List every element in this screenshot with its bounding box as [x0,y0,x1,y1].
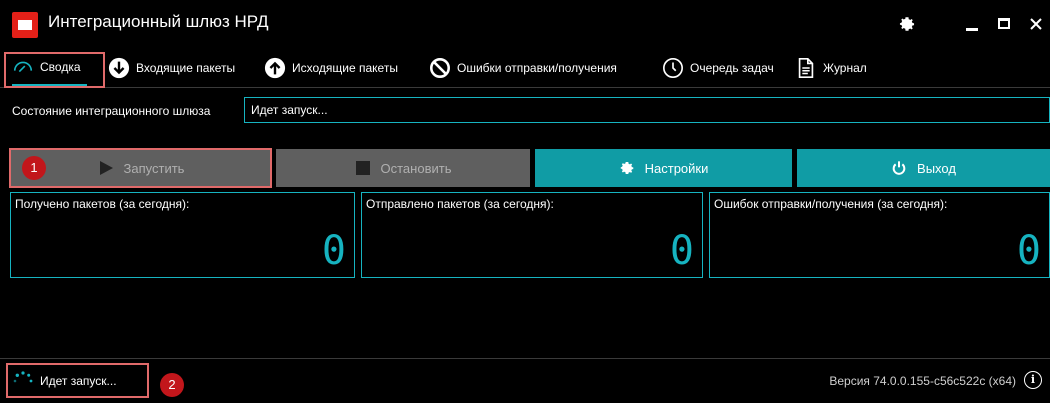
tab-label: Исходящие пакеты [292,61,398,75]
start-button-label: Запустить [123,160,185,176]
play-icon [99,161,113,175]
counter-value: 0 [321,228,346,274]
tab-bar: Сводка Входящие пакеты Исходящие пакеты … [0,50,1050,86]
minimize-icon[interactable] [958,10,986,38]
action-bar: Запустить Остановить Настройки Выход [0,149,1050,187]
tab-label: Журнал [823,61,867,75]
start-button[interactable]: Запустить [10,149,272,187]
footer-divider [0,358,1050,359]
title-bar: Интеграционный шлюз НРД [0,0,1050,46]
window-title: Интеграционный шлюз НРД [48,12,269,31]
counters-panel: Получено пакетов (за сегодня): 0 Отправл… [0,192,1050,280]
tab-summary[interactable]: Сводка [12,50,87,86]
settings-button[interactable]: Настройки [535,149,792,187]
tab-label: Ошибки отправки/получения [457,61,617,75]
counter-label: Отправлено пакетов (за сегодня): [366,197,554,211]
arrow-down-circle-icon [108,57,130,79]
tab-label: Очередь задач [690,61,774,75]
app-logo [12,12,38,38]
loading-spinner-icon [13,371,33,383]
power-icon [892,161,906,175]
clock-icon [663,58,683,78]
tab-outgoing[interactable]: Исходящие пакеты [264,50,398,86]
exit-button[interactable]: Выход [797,149,1050,187]
maximize-icon[interactable] [990,10,1018,38]
gateway-status-field: Идет запуск... [244,97,1050,123]
gateway-status-row: Состояние интеграционного шлюза Идет зап… [0,96,1050,126]
gauge-icon [13,61,33,73]
counter-label: Ошибок отправки/получения (за сегодня): [714,197,948,211]
tab-journal[interactable]: Журнал [795,50,867,86]
forbidden-icon [430,58,450,78]
tab-divider [0,87,1050,88]
tab-errors[interactable]: Ошибки отправки/получения [429,50,617,86]
status-bar: Идет запуск... Версия 74.0.0.155-c56c522… [0,360,1050,403]
exit-button-label: Выход [917,160,956,176]
close-icon[interactable] [1022,10,1050,38]
errors-counter: Ошибок отправки/получения (за сегодня): … [709,192,1050,278]
footer-status-text: Идет запуск... [40,374,117,388]
step-marker-1: 1 [22,156,46,180]
tab-task-queue[interactable]: Очередь задач [662,50,774,86]
gateway-status-label: Состояние интеграционного шлюза [12,104,211,118]
stop-button[interactable]: Остановить [276,149,530,187]
arrow-up-circle-icon [264,57,286,79]
info-icon[interactable]: i [1024,371,1042,389]
tab-label: Входящие пакеты [136,61,236,75]
counter-value: 0 [1016,228,1041,274]
sent-counter: Отправлено пакетов (за сегодня): 0 [361,192,703,278]
gear-icon [620,162,633,174]
step-marker-2: 2 [160,373,184,397]
stop-icon [355,161,370,175]
counter-label: Получено пакетов (за сегодня): [15,197,190,211]
stop-button-label: Остановить [380,160,452,176]
document-icon [798,58,814,78]
tab-label: Сводка [40,60,81,74]
counter-value: 0 [669,228,694,274]
gear-icon[interactable] [893,10,921,38]
tab-incoming[interactable]: Входящие пакеты [108,50,235,86]
settings-button-label: Настройки [644,160,709,176]
version-label: Версия 74.0.0.155-c56c522c (x64) [829,374,1016,388]
received-counter: Получено пакетов (за сегодня): 0 [10,192,355,278]
